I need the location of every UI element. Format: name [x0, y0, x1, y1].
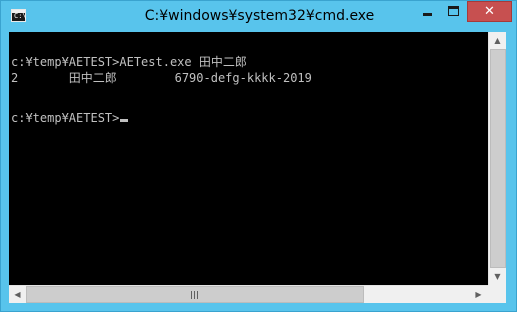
console-line-command: c:¥temp¥AETEST>AETest.exe 田中二郎: [11, 55, 247, 69]
maximize-icon: [448, 6, 459, 16]
horizontal-scroll-thumb[interactable]: [26, 286, 364, 303]
horizontal-scrollbar[interactable]: ◀ ▶: [9, 285, 488, 303]
minimize-icon: [423, 13, 432, 16]
scroll-left-button[interactable]: ◀: [9, 286, 26, 303]
title-bar[interactable]: C:\ C:¥windows¥system32¥cmd.exe ✕: [1, 1, 517, 32]
close-button[interactable]: ✕: [467, 1, 512, 22]
left-arrow-icon: ◀: [14, 290, 21, 299]
up-arrow-icon: ▲: [494, 36, 501, 45]
console-line-result: 2 田中二郎 6790-defg-kkkk-2019: [11, 71, 312, 85]
maximize-button[interactable]: [440, 1, 467, 22]
minimize-button[interactable]: [414, 1, 440, 22]
right-arrow-icon: ▶: [475, 290, 482, 299]
scroll-down-button[interactable]: ▼: [489, 268, 506, 285]
console-line-result-text: 2 田中二郎 6790-defg-kkkk-2019: [11, 71, 312, 85]
console-output[interactable]: c:¥temp¥AETEST>AETest.exe 田中二郎 2 田中二郎 67…: [9, 32, 488, 285]
scroll-up-button[interactable]: ▲: [489, 32, 506, 49]
close-icon: ✕: [484, 4, 495, 19]
caption-buttons: ✕: [414, 1, 512, 22]
scrollbar-corner: [488, 285, 506, 303]
vertical-scrollbar[interactable]: ▲ ▼: [488, 32, 506, 285]
console-prompt-text: c:¥temp¥AETEST>: [11, 111, 120, 125]
vertical-scroll-thumb[interactable]: [490, 49, 506, 268]
scroll-right-button[interactable]: ▶: [470, 286, 487, 303]
down-arrow-icon: ▼: [494, 272, 501, 281]
grip-icon: [191, 291, 198, 299]
console-line-command-text: c:¥temp¥AETEST>AETest.exe 田中二郎: [11, 55, 247, 69]
cmd-window: C:\ C:¥windows¥system32¥cmd.exe ✕ c:¥tem…: [0, 0, 517, 312]
text-cursor: [120, 119, 129, 122]
console-line-prompt: c:¥temp¥AETEST>: [11, 111, 129, 125]
